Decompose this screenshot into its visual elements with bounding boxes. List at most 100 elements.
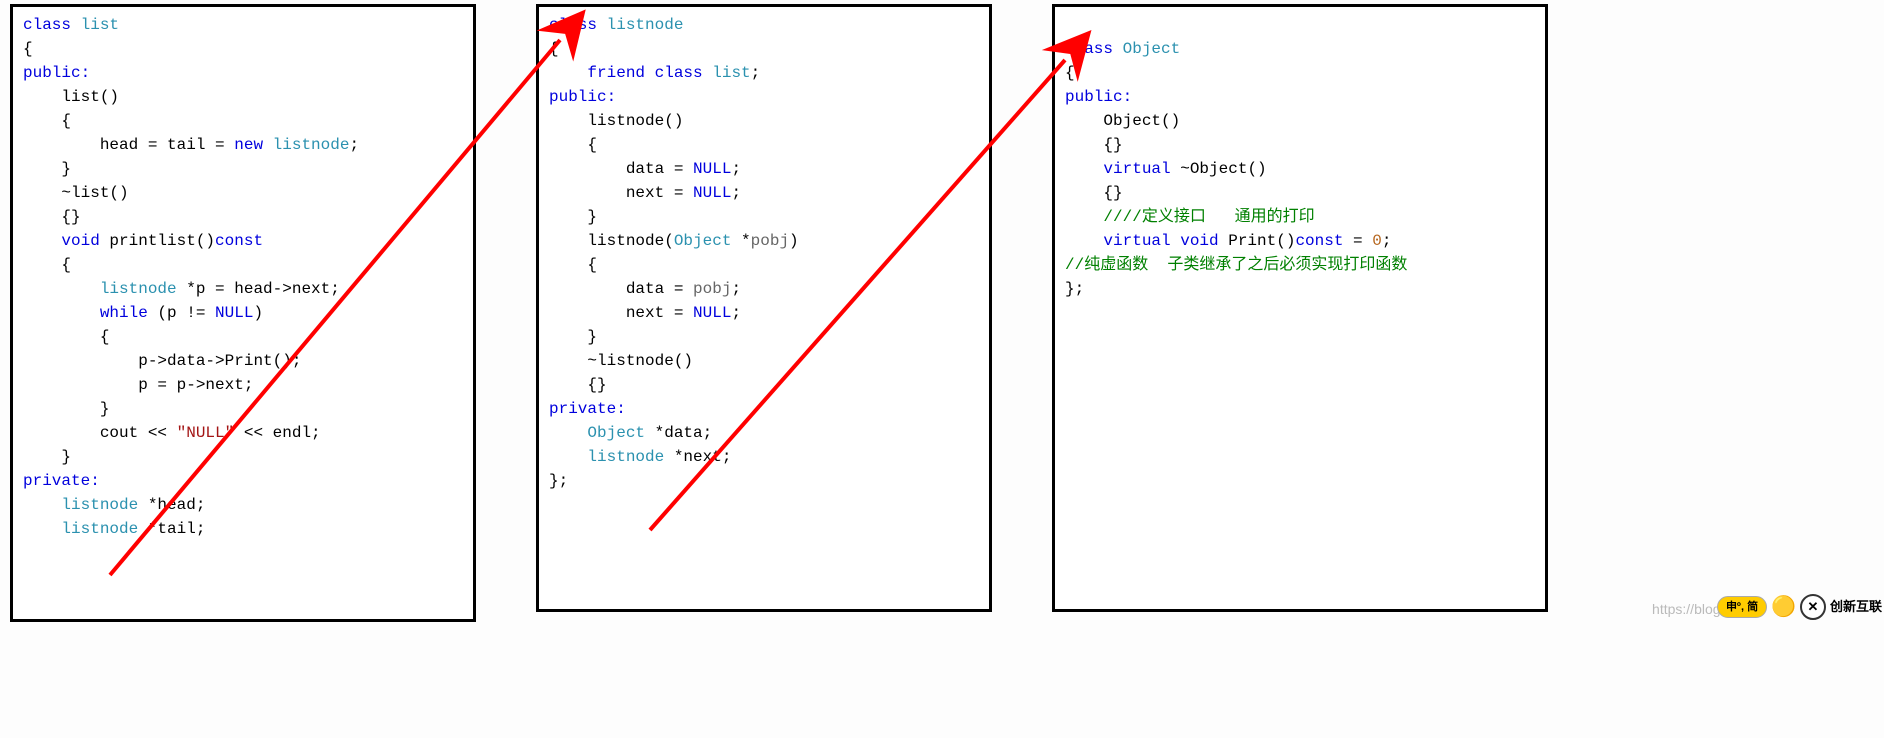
code-line: }; (549, 472, 568, 490)
badge-brand-text: 创新互联 (1830, 597, 1882, 617)
code-box-list: class list { public: list() { head = tai… (10, 4, 476, 622)
type-list: list (712, 64, 750, 82)
type-object: Object (674, 232, 732, 250)
code-line: {} (549, 376, 607, 394)
keyword-class: class (23, 16, 81, 34)
code-line: * (731, 232, 750, 250)
keyword-public: public: (1065, 88, 1132, 106)
code-line: next = (549, 184, 693, 202)
code-line: head = tail = (23, 136, 234, 154)
code-line: { (23, 256, 71, 274)
code-line: listnode( (549, 232, 674, 250)
code-line: *data; (645, 424, 712, 442)
code-line: *head; (138, 496, 205, 514)
code-line: data = (549, 280, 693, 298)
code-line: p->data->Print(); (23, 352, 301, 370)
code-line: { (23, 112, 71, 130)
code-line: {} (1065, 184, 1123, 202)
null-literal: NULL (215, 304, 253, 322)
keyword-public: public: (23, 64, 90, 82)
code-line: *tail; (138, 520, 205, 538)
param-pobj: pobj (693, 280, 731, 298)
number-zero: 0 (1372, 232, 1382, 250)
keyword-const: const (215, 232, 263, 250)
code-line: data = (549, 160, 693, 178)
code-line: Object() (1065, 112, 1180, 130)
code-line: printlist() (100, 232, 215, 250)
code-box-object: class Object { public: Object() {} virtu… (1052, 4, 1548, 612)
type-listnode: listnode (607, 16, 684, 34)
brand-badge: 申º, 简 🟡 ✕ 创新互联 (1717, 592, 1882, 622)
keyword-virtual: virtual (1103, 160, 1170, 178)
code-line (1065, 160, 1103, 178)
code-line (549, 424, 587, 442)
code-line: ; (751, 64, 761, 82)
keyword-private: private: (23, 472, 100, 490)
code-line: << endl; (234, 424, 320, 442)
code-line: ~list() (23, 184, 129, 202)
type-listnode: listnode (100, 280, 177, 298)
keyword-class: class (1065, 40, 1123, 58)
keyword-virtual-void: virtual void (1103, 232, 1218, 250)
type-object: Object (1123, 40, 1181, 58)
code-line: ; (731, 160, 741, 178)
null-literal: NULL (693, 160, 731, 178)
code-line (1065, 232, 1103, 250)
code-line: ; (349, 136, 359, 154)
null-literal: NULL (693, 304, 731, 322)
keyword-class: class (549, 16, 607, 34)
code-line: ~listnode() (549, 352, 693, 370)
code-line (549, 64, 587, 82)
keyword-new: new (234, 136, 272, 154)
type-listnode: listnode (61, 520, 138, 538)
code-line: {} (1065, 136, 1123, 154)
type-object: Object (587, 424, 645, 442)
code-line: listnode() (549, 112, 683, 130)
string-literal: "NULL" (177, 424, 235, 442)
comment-interface: ////定义接口 通用的打印 (1065, 208, 1315, 226)
keyword-friend-class: friend class (587, 64, 712, 82)
code-line: = (1343, 232, 1372, 250)
type-listnode: listnode (587, 448, 664, 466)
code-box-listnode: class listnode { friend class list; publ… (536, 4, 992, 612)
type-list: list (81, 16, 119, 34)
keyword-const: const (1295, 232, 1343, 250)
code-line: ; (731, 304, 741, 322)
code-line: { (549, 40, 559, 58)
code-line (23, 232, 61, 250)
code-line: cout << (23, 424, 177, 442)
code-line (23, 520, 61, 538)
code-line: Print() (1219, 232, 1296, 250)
code-line: } (549, 208, 597, 226)
code-line: } (23, 160, 71, 178)
code-line: next = (549, 304, 693, 322)
code-line: *next; (664, 448, 731, 466)
logo-icon: ✕ (1800, 594, 1826, 620)
code-line: { (23, 40, 33, 58)
null-literal: NULL (693, 184, 731, 202)
type-listnode: listnode (273, 136, 350, 154)
code-line: } (23, 448, 71, 466)
code-line: ~Object() (1171, 160, 1267, 178)
code-line: { (549, 136, 597, 154)
code-line: ) (253, 304, 263, 322)
keyword-while: while (100, 304, 148, 322)
code-line: ; (731, 280, 741, 298)
code-line (23, 280, 100, 298)
badge-bubble: 申º, 简 (1717, 596, 1767, 619)
cartoon-icon: 🟡 (1771, 592, 1796, 622)
code-line: ) (789, 232, 799, 250)
code-line: { (1065, 64, 1075, 82)
code-line: }; (1065, 280, 1084, 298)
comment-pure-virtual: //纯虚函数 子类继承了之后必须实现打印函数 (1065, 256, 1407, 274)
code-line (23, 496, 61, 514)
code-line: p = p->next; (23, 376, 253, 394)
diagram-container: class list { public: list() { head = tai… (0, 0, 1884, 626)
code-line: { (23, 328, 109, 346)
keyword-private: private: (549, 400, 626, 418)
keyword-public: public: (549, 88, 616, 106)
code-line: ; (731, 184, 741, 202)
keyword-void: void (61, 232, 99, 250)
code-line: list() (23, 88, 119, 106)
code-line: } (23, 400, 109, 418)
